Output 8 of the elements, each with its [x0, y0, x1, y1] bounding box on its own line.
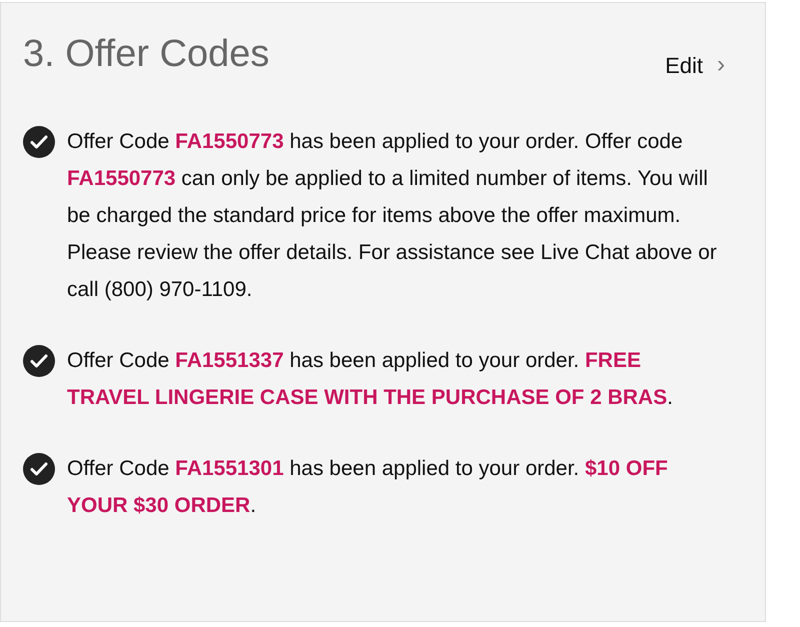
check-icon: [23, 345, 55, 377]
edit-link[interactable]: Edit ›: [665, 47, 725, 83]
section-title: 3. Offer Codes: [23, 32, 270, 77]
offer-message: Offer Code FA1551337 has been applied to your order. FREE TRAVEL LINGERIE CASE WITH THE PURCHASE OF 2 BRAS.: [67, 348, 674, 411]
check-icon: [23, 126, 55, 158]
offer-message: Offer Code FA1551301 has been applied to your order. $10 OFF YOUR $30 ORDER.: [67, 456, 669, 519]
check-icon: [23, 453, 55, 485]
offer-message: Offer Code FA1550773 has been applied to your order. Offer code FA1550773 can only be applied to a limited number of items. You will be charged the standard price for items above the offer maximum. Please review the offer details. For assistance see Live Chat above or call (800) 970-1109.: [67, 129, 717, 303]
